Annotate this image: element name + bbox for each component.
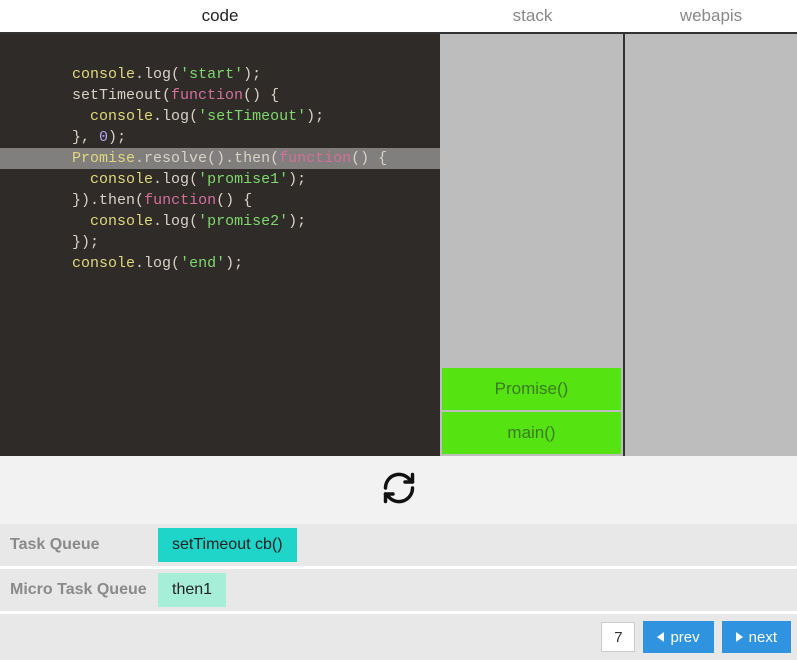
header-stack: stack (440, 0, 625, 32)
header-code: code (0, 0, 440, 32)
microtask-queue-row: Micro Task Queue then1 (0, 569, 797, 611)
event-loop-icon (381, 470, 417, 511)
code-line: Promise.resolve().then(function() { (0, 148, 440, 169)
triangle-right-icon (736, 632, 743, 642)
code-line: }, 0); (0, 127, 440, 148)
code-line: console.log('promise2'); (0, 211, 440, 232)
next-button[interactable]: next (722, 621, 791, 653)
prev-label: prev (670, 629, 699, 646)
prev-button[interactable]: prev (643, 621, 713, 653)
header: code stack webapis (0, 0, 797, 34)
task-queue-row: Task Queue setTimeout cb() (0, 524, 797, 566)
main-area: console.log('start');setTimeout(function… (0, 34, 797, 456)
code-pane: console.log('start');setTimeout(function… (0, 34, 440, 456)
code-line: console.log('setTimeout'); (0, 106, 440, 127)
stack-pane: Promise()main() (440, 34, 625, 456)
code-line: console.log('end'); (0, 253, 440, 274)
code-line: console.log('start'); (0, 64, 440, 85)
step-input[interactable] (601, 622, 635, 652)
microtask-queue-items: then1 (158, 573, 226, 607)
event-loop-row (0, 456, 797, 524)
code-line: setTimeout(function() { (0, 85, 440, 106)
code-line: }).then(function() { (0, 190, 440, 211)
triangle-left-icon (657, 632, 664, 642)
footer-controls: prev next (0, 614, 797, 660)
task-queue-item: setTimeout cb() (158, 528, 297, 562)
task-queue-items: setTimeout cb() (158, 528, 297, 562)
webapis-pane (625, 34, 797, 456)
code-line: console.log('promise1'); (0, 169, 440, 190)
microtask-queue-label: Micro Task Queue (0, 581, 158, 599)
stack-frame: Promise() (442, 368, 621, 410)
header-webapis: webapis (625, 0, 797, 32)
task-queue-label: Task Queue (0, 536, 158, 554)
stack-frame: main() (442, 412, 621, 454)
code-line: }); (0, 232, 440, 253)
next-label: next (749, 629, 777, 646)
microtask-queue-item: then1 (158, 573, 226, 607)
